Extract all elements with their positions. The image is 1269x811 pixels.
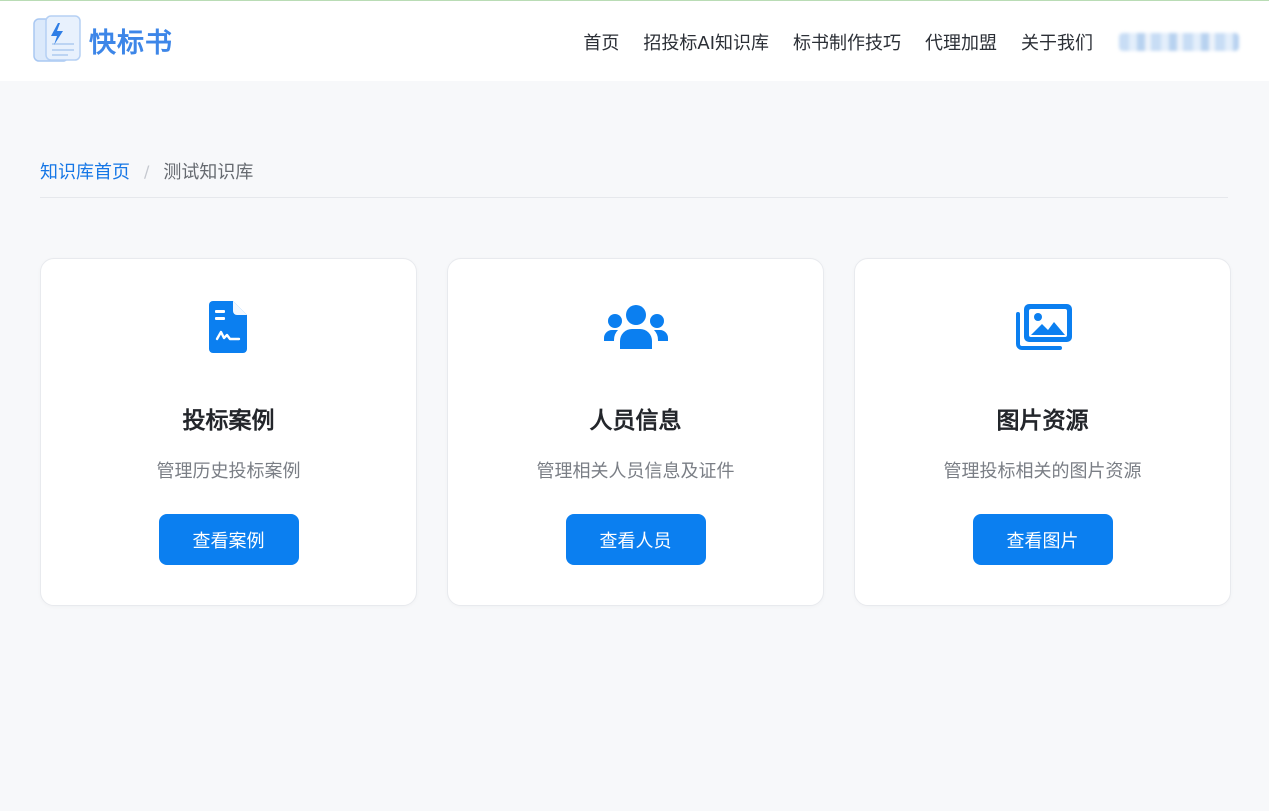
breadcrumb: 知识库首页 / 测试知识库 bbox=[40, 158, 253, 184]
card-title: 图片资源 bbox=[996, 408, 1089, 434]
card-title: 人员信息 bbox=[589, 408, 682, 434]
brand-name: 快标书 bbox=[89, 27, 173, 59]
view-cases-button[interactable]: 查看案例 bbox=[158, 514, 299, 565]
document-lightning-icon bbox=[33, 15, 81, 62]
nav-item-about[interactable]: 关于我们 bbox=[1021, 29, 1093, 55]
main-nav: 首页 招投标AI知识库 标书制作技巧 代理加盟 关于我们 bbox=[583, 29, 1239, 55]
card-personnel: 人员信息 管理相关人员信息及证件 查看人员 bbox=[447, 258, 824, 606]
module-cards: 投标案例 管理历史投标案例 查看案例 人员信息 管理相关人员信息及证件 查看人员 bbox=[40, 258, 1231, 606]
card-icon-wrap bbox=[855, 297, 1230, 357]
nav-item-home[interactable]: 首页 bbox=[583, 29, 619, 55]
card-description: 管理相关人员信息及证件 bbox=[536, 461, 735, 482]
nav-item-ai-knowledge-base[interactable]: 招投标AI知识库 bbox=[643, 29, 769, 55]
site-header: 快标书 首页 招投标AI知识库 标书制作技巧 代理加盟 关于我们 bbox=[0, 1, 1269, 81]
view-personnel-button[interactable]: 查看人员 bbox=[565, 514, 706, 565]
document-signature-icon bbox=[208, 301, 247, 353]
images-icon bbox=[1015, 304, 1072, 350]
card-images: 图片资源 管理投标相关的图片资源 查看图片 bbox=[854, 258, 1231, 606]
breadcrumb-separator: / bbox=[144, 161, 150, 181]
user-account-blurred[interactable] bbox=[1119, 33, 1239, 51]
breadcrumb-home-link[interactable]: 知识库首页 bbox=[40, 158, 130, 184]
card-icon-wrap bbox=[448, 297, 823, 357]
breadcrumb-current: 测试知识库 bbox=[163, 162, 254, 183]
card-bid-cases: 投标案例 管理历史投标案例 查看案例 bbox=[40, 258, 417, 606]
breadcrumb-divider bbox=[40, 197, 1228, 198]
view-images-button[interactable]: 查看图片 bbox=[972, 514, 1113, 565]
nav-item-tips[interactable]: 标书制作技巧 bbox=[793, 29, 901, 55]
card-title: 投标案例 bbox=[182, 408, 275, 434]
nav-item-franchise[interactable]: 代理加盟 bbox=[925, 29, 997, 55]
card-icon-wrap bbox=[41, 297, 416, 357]
brand-logo[interactable]: 快标书 bbox=[31, 14, 173, 66]
users-icon bbox=[603, 305, 668, 349]
card-description: 管理历史投标案例 bbox=[156, 461, 301, 482]
card-description: 管理投标相关的图片资源 bbox=[943, 461, 1142, 482]
